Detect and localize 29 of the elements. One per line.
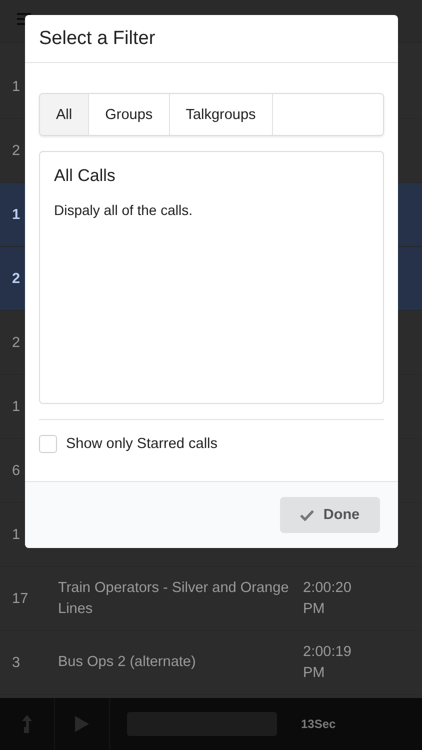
- call-count: 2: [12, 142, 22, 158]
- panel-description: Dispaly all of the calls.: [54, 202, 194, 218]
- call-row[interactable]: 17 Train Operators - Silver and Orange Lines 2:00:20 PM: [0, 567, 422, 631]
- call-count: 1: [12, 398, 22, 414]
- call-count: 2: [12, 334, 22, 350]
- duration-label: 13Sec: [301, 717, 336, 731]
- done-button[interactable]: Done: [280, 497, 380, 533]
- call-row[interactable]: 3 Bus Ops 2 (alternate) 2:00:19 PM: [0, 631, 422, 695]
- call-count: 1: [12, 206, 22, 222]
- call-count: 2: [12, 270, 22, 286]
- checkbox-label: Show only Starred calls: [66, 436, 218, 452]
- filter-tab[interactable]: Groups: [89, 94, 170, 135]
- checkmark-icon: [300, 510, 314, 520]
- panel-heading: All Calls: [54, 166, 116, 186]
- call-time: 2:00:19 PM: [303, 643, 352, 682]
- upload-icon[interactable]: [22, 715, 32, 733]
- dialog-title: Select a Filter: [25, 15, 398, 63]
- call-count: 3: [12, 654, 22, 670]
- call-count: 6: [12, 462, 22, 478]
- talkgroup-name: Bus Ops 2 (alternate): [58, 653, 197, 672]
- call-count: 1: [12, 78, 22, 94]
- call-time: 2:00:20 PM: [303, 579, 352, 618]
- play-icon[interactable]: [75, 716, 89, 732]
- starred-checkbox[interactable]: [39, 435, 57, 453]
- call-count: 1: [12, 526, 22, 542]
- filter-tab[interactable]: All: [40, 94, 90, 135]
- call-count: 17: [12, 590, 30, 606]
- filter-tab[interactable]: Talkgroups: [170, 94, 273, 135]
- talkgroup-name: Train Operators - Silver and Orange Lines: [58, 579, 290, 618]
